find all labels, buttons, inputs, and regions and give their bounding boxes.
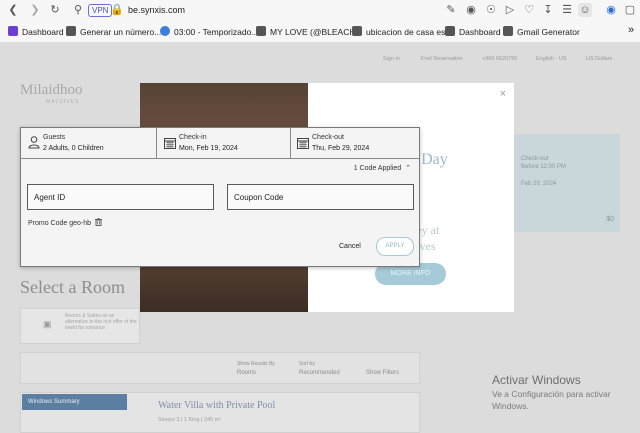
close-icon[interactable]: ×	[500, 88, 506, 100]
document-icon	[256, 26, 266, 36]
reload-icon[interactable]: ↻	[48, 3, 62, 17]
document-icon	[352, 26, 362, 36]
location-icon: ⚲	[73, 4, 83, 16]
person-icon	[28, 136, 40, 149]
room-banner: ▣ Rooms & Suites as an alternative to th…	[20, 308, 140, 344]
bookmark-item[interactable]: Generar un número...	[66, 26, 161, 37]
show-filters-button[interactable]: Show Filters	[366, 370, 399, 376]
bookmarks-more-icon[interactable]: »	[628, 24, 634, 36]
cube-icon[interactable]: ▢	[623, 3, 637, 17]
dashboard-icon	[8, 26, 18, 36]
checkin-value: Mon, Feb 19, 2024	[179, 145, 238, 152]
bookmark-item[interactable]: MY LOVE (@BLEACH...	[256, 26, 363, 37]
sort-by-select[interactable]: Rooms	[237, 370, 256, 376]
vpn-badge[interactable]: VPN	[88, 4, 113, 17]
camera-icon[interactable]: ◉	[464, 3, 478, 17]
bed-icon: ▣	[43, 319, 52, 329]
sort-label: Sort by	[299, 361, 315, 367]
menu-icon[interactable]: ☰	[560, 3, 574, 17]
lock-icon[interactable]: 🔒	[110, 3, 124, 17]
bookmark-item[interactable]: 03:00 - Temporizado...	[160, 26, 258, 37]
nav-phone[interactable]: +960 6620750	[482, 56, 517, 62]
trash-icon[interactable]	[95, 218, 102, 226]
codes-applied-toggle[interactable]: 1 Code Applied ⌃	[354, 164, 411, 172]
listing-details: Sleeps 3 | 1 King | 245 m²	[158, 417, 222, 423]
promo-code-text: Promo Code geo-hb	[28, 220, 92, 227]
filters-bar: Show Results By Rooms Sort by Recommende…	[20, 352, 420, 384]
checkin-selector[interactable]: Check-in Mon, Feb 19, 2024	[157, 128, 290, 158]
codes-applied-label: 1 Code Applied	[353, 165, 402, 172]
guests-value: 2 Adults, 0 Children	[43, 145, 104, 152]
checkin-label: Check-in	[179, 134, 207, 141]
document-icon	[66, 26, 76, 36]
timer-icon	[160, 26, 170, 36]
document-icon	[503, 26, 513, 36]
bookmark-item[interactable]: Dashboard	[8, 26, 64, 37]
sort-by-label: Show Results By	[237, 361, 275, 367]
nav-sign-in[interactable]: Sign in	[383, 56, 400, 62]
hotel-logo-sub: MALDIVES	[46, 99, 80, 105]
nav-currency[interactable]: US Dollars	[586, 56, 612, 62]
summary-total: $0	[606, 216, 614, 223]
windows-activation-text: Ve a Configuración para activar Windows.	[492, 389, 611, 411]
listing-title[interactable]: Water Villa with Private Pool	[158, 400, 275, 411]
forward-icon[interactable]: ❯	[28, 3, 42, 17]
share-icon[interactable]: ✎	[444, 3, 458, 17]
hotel-logo[interactable]: Milaidhoo	[20, 82, 83, 99]
bookmark-item[interactable]: Gmail Generator	[503, 26, 580, 37]
document-icon	[445, 26, 455, 36]
checkout-selector[interactable]: Check-out Thu, Feb 29, 2024	[291, 128, 419, 158]
download-icon[interactable]: ↧	[541, 3, 555, 17]
agent-id-input[interactable]	[27, 184, 214, 210]
stay-summary-row: Guests 2 Adults, 0 Children Check-in Mon…	[21, 128, 419, 159]
checkout-value: Thu, Feb 29, 2024	[312, 145, 370, 152]
select-room-heading: Select a Room	[20, 277, 125, 297]
profile-icon[interactable]: ☺	[578, 3, 592, 17]
guests-selector[interactable]: Guests 2 Adults, 0 Children	[21, 128, 156, 158]
chevron-up-icon: ⌃	[405, 165, 411, 172]
bookmarks-bar: Dashboard Generar un número... 03:00 - T…	[0, 22, 640, 43]
cancel-button[interactable]: Cancel	[339, 243, 361, 250]
heart-icon[interactable]: ♡	[522, 3, 536, 17]
back-icon[interactable]: ❮	[6, 3, 20, 17]
send-icon[interactable]: ▷	[503, 3, 517, 17]
coupon-code-input[interactable]	[227, 184, 414, 210]
browser-toolbar: ❮ ❯ ↻ ⚲ VPN 🔒 be.synxis.com ✎ ◉ ☉ ▷ ♡ ↧ …	[0, 0, 640, 23]
checkout-time: Before 12:00 PM	[521, 164, 567, 170]
bookmark-item[interactable]: ubicacion de casa es...	[352, 26, 452, 37]
listing-photo-header[interactable]: Windows Summary	[22, 394, 127, 410]
nav-find-reservation[interactable]: Find Reservation	[421, 56, 463, 62]
address-bar[interactable]: be.synxis.com	[128, 5, 185, 15]
sort-select[interactable]: Recommended	[299, 370, 340, 376]
calendar-icon	[297, 138, 309, 149]
translate-icon[interactable]: ◉	[604, 3, 618, 17]
nav-language[interactable]: English · US	[536, 56, 567, 62]
booking-codes-panel: Guests 2 Adults, 0 Children Check-in Mon…	[20, 127, 420, 267]
banner-text: Rooms & Suites as an alternative to the …	[65, 313, 137, 331]
checkout-label: Check-out	[521, 156, 549, 162]
apply-button[interactable]: APPLY	[376, 237, 414, 256]
windows-activation-title: Activar Windows	[492, 373, 581, 387]
bookmark-item[interactable]: Dashboard	[445, 26, 501, 37]
reservation-summary-card: Check-out Before 12:00 PM Feb 29, 2024 $…	[508, 134, 620, 232]
calendar-icon	[164, 138, 176, 149]
shield-icon[interactable]: ☉	[484, 3, 498, 17]
applied-promo-code: Promo Code geo-hb	[28, 218, 102, 227]
checkout-date: Feb 29, 2024	[521, 181, 557, 187]
guests-label: Guests	[43, 134, 66, 141]
checkout-label: Check-out	[312, 134, 344, 141]
